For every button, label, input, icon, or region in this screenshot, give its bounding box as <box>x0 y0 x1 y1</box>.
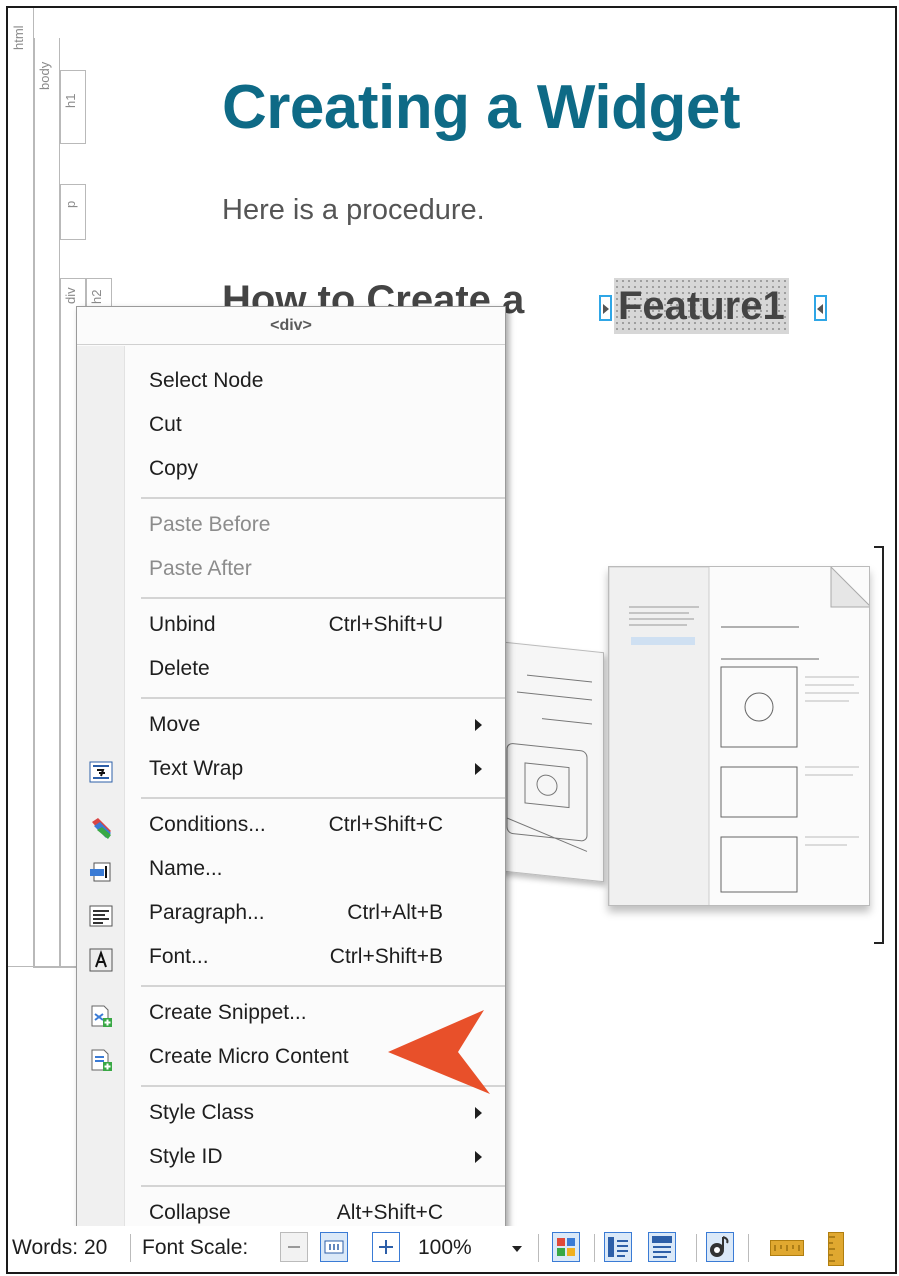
font-icon <box>89 944 113 972</box>
menu-separator <box>141 597 505 599</box>
structure-label-body: body <box>37 61 52 90</box>
structure-label-h1: h1 <box>63 93 78 108</box>
structure-label-html: html <box>11 25 26 50</box>
variable-start-marker[interactable] <box>599 295 612 321</box>
italian-manual-image[interactable] <box>608 566 870 906</box>
show-markers-button[interactable] <box>706 1232 734 1262</box>
font-scale-increase-button[interactable] <box>372 1232 400 1262</box>
callout-arrow-icon <box>388 1010 490 1094</box>
menu-separator <box>141 697 505 699</box>
show-structure-bar-button[interactable] <box>604 1232 632 1262</box>
submenu-arrow-icon <box>475 1107 482 1119</box>
menu-separator <box>141 797 505 799</box>
font-scale-decrease-button[interactable] <box>280 1232 308 1262</box>
structure-bar-html[interactable] <box>8 8 34 968</box>
menu-separator <box>141 985 505 987</box>
font-scale-label: Font Scale: <box>142 1236 249 1259</box>
image-selection-bracket <box>874 546 884 944</box>
menu-separator <box>141 1185 505 1187</box>
structure-label-h2: h2 <box>89 289 104 304</box>
show-span-bar-button[interactable] <box>648 1232 676 1262</box>
submenu-arrow-icon <box>475 719 482 731</box>
variable-feature[interactable]: Feature1 <box>614 278 789 334</box>
menu-item-font[interactable]: Font... Ctrl+Shift+B <box>77 935 505 979</box>
menu-item-move[interactable]: Move <box>77 703 505 747</box>
menu-item-unbind[interactable]: Unbind Ctrl+Shift+U <box>77 603 505 647</box>
font-scale-reset-button[interactable] <box>320 1232 348 1262</box>
menu-item-paste-after: Paste After <box>149 557 252 580</box>
menu-item-text-wrap[interactable]: Text Wrap <box>77 747 505 791</box>
menu-item-delete[interactable]: Delete <box>77 647 505 691</box>
menu-item-conditions[interactable]: Conditions... Ctrl+Shift+C <box>77 803 505 847</box>
structure-label-div: div <box>63 287 78 304</box>
status-separator <box>748 1234 749 1262</box>
zoom-value[interactable]: 100% <box>418 1236 472 1260</box>
paragraph-icon <box>89 900 113 927</box>
menu-item-copy[interactable]: Copy <box>77 447 505 491</box>
submenu-arrow-icon <box>475 1151 482 1163</box>
menu-item-cut[interactable]: Cut <box>77 403 505 447</box>
page-title: Creating a Widget <box>222 73 741 142</box>
structure-bar-p[interactable] <box>60 184 86 240</box>
menu-item-style-id[interactable]: Style ID <box>77 1135 505 1179</box>
status-separator <box>538 1234 539 1262</box>
editor-frame: html body h1 p div h2 Creating a Widget … <box>6 6 897 1274</box>
color-view-button[interactable] <box>552 1232 580 1262</box>
submenu-arrow-icon <box>475 763 482 775</box>
status-separator <box>130 1234 131 1262</box>
menu-item-name[interactable]: Name... <box>77 847 505 891</box>
word-count: Words: 20 <box>12 1236 108 1259</box>
menu-item-select-node[interactable]: Select Node <box>77 359 505 403</box>
menu-separator <box>141 497 505 499</box>
vertical-ruler-icon[interactable] <box>828 1232 844 1266</box>
conditions-tag-icon <box>89 812 113 839</box>
horizontal-ruler-icon[interactable] <box>770 1240 804 1256</box>
status-bar: Words: 20 Font Scale: 100% <box>8 1226 895 1272</box>
zoom-dropdown-icon[interactable] <box>512 1246 522 1252</box>
intro-paragraph: Here is a procedure. <box>222 194 485 226</box>
text-wrap-icon <box>89 756 113 783</box>
name-field-icon <box>89 856 113 882</box>
context-menu-header: <div> <box>77 307 505 345</box>
structure-label-p: p <box>63 200 78 208</box>
status-separator <box>696 1234 697 1262</box>
status-separator <box>594 1234 595 1262</box>
create-snippet-icon <box>89 1000 113 1027</box>
menu-item-paste-before: Paste Before <box>149 513 271 536</box>
variable-end-marker[interactable] <box>814 295 827 321</box>
create-micro-content-icon <box>89 1044 113 1071</box>
structure-bar-body[interactable] <box>34 38 60 968</box>
menu-item-paragraph[interactable]: Paragraph... Ctrl+Alt+B <box>77 891 505 935</box>
